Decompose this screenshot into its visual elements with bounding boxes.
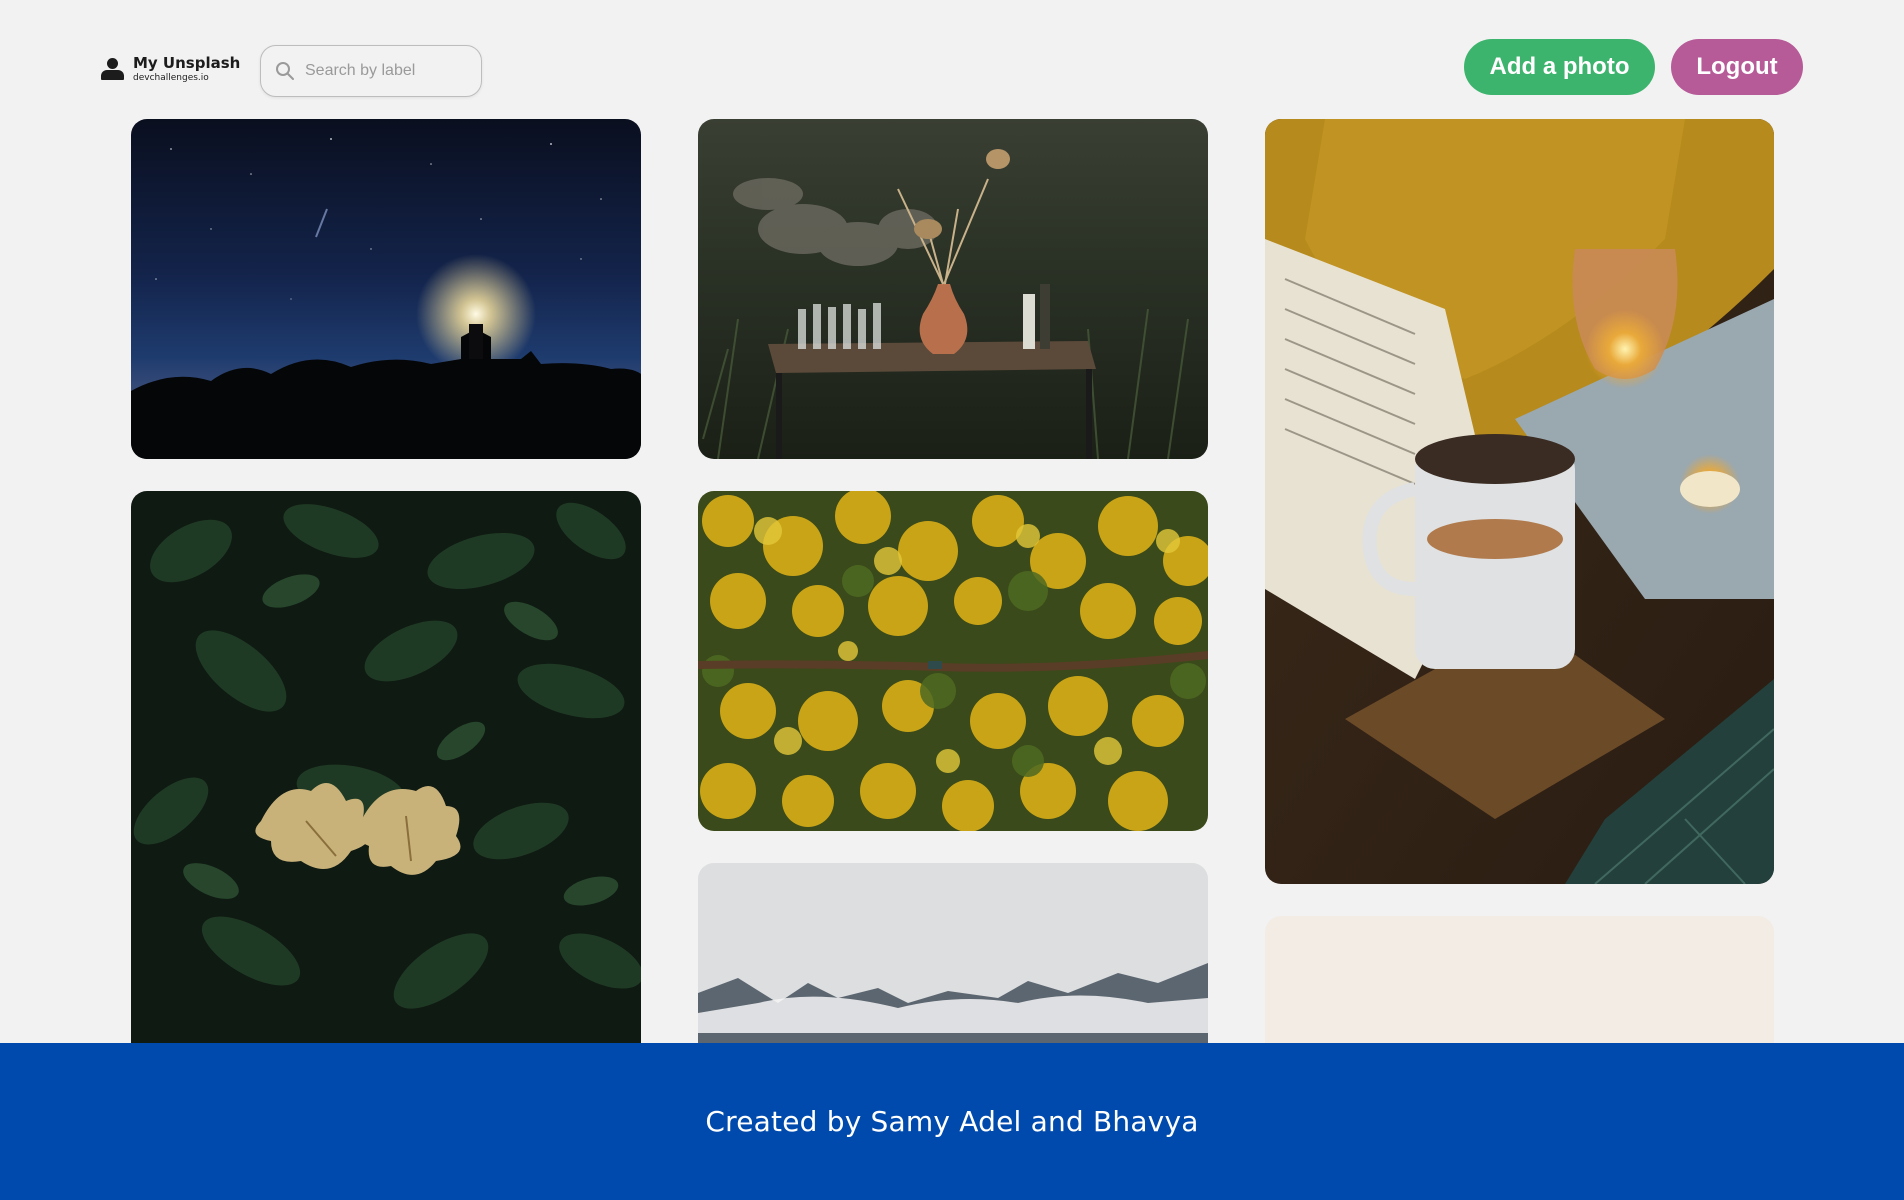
gallery-photo-table[interactable] — [698, 119, 1208, 459]
gallery-photo-cozy[interactable] — [1265, 119, 1774, 884]
leaves-image — [131, 491, 641, 1043]
cozy-image — [1265, 119, 1774, 884]
photo-gallery — [0, 0, 1904, 1043]
add-photo-button[interactable]: Add a photo — [1464, 39, 1655, 95]
search-input[interactable] — [305, 62, 455, 80]
gallery-photo-lighthouse[interactable] — [131, 119, 641, 459]
logout-button[interactable]: Logout — [1671, 39, 1803, 95]
top-bar: My Unsplash devchallenges.io Add a photo… — [0, 0, 1904, 110]
footer: Created by Samy Adel and Bhavya — [0, 1043, 1904, 1200]
app-subtitle: devchallenges.io — [133, 72, 209, 83]
app-logo-text: My Unsplash devchallenges.io — [133, 53, 241, 83]
mountains-image — [698, 863, 1208, 1043]
gallery-photo-mountains[interactable] — [698, 863, 1208, 1043]
footer-credit: Created by Samy Adel and Bhavya — [705, 1105, 1199, 1138]
gallery-photo-beige[interactable] — [1265, 916, 1774, 1043]
gallery-photo-forest[interactable] — [698, 491, 1208, 831]
table-image — [698, 119, 1208, 459]
lighthouse-image — [131, 119, 641, 459]
app-title: My Unsplash — [133, 53, 241, 72]
user-icon — [100, 58, 125, 80]
search-box[interactable] — [260, 45, 482, 97]
forest-image — [698, 491, 1208, 831]
search-icon — [276, 62, 294, 80]
app-logo[interactable]: My Unsplash devchallenges.io — [100, 52, 240, 86]
gallery-photo-leaves[interactable] — [131, 491, 641, 1043]
